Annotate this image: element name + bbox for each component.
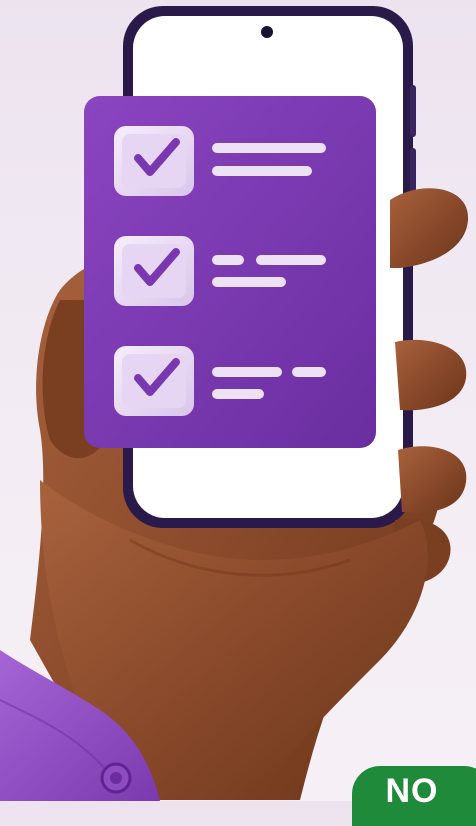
- line-placeholder: [212, 277, 286, 287]
- badge-label: NO: [385, 772, 439, 810]
- line-placeholder: [256, 255, 326, 265]
- illustration-scene: NO: [0, 0, 476, 826]
- finger-3: [398, 446, 467, 513]
- line-placeholder: [212, 255, 244, 265]
- camera-icon: [261, 26, 273, 38]
- line-placeholder: [212, 143, 326, 153]
- finger-2: [395, 339, 467, 411]
- line-placeholder: [292, 367, 326, 377]
- line-placeholder: [212, 166, 312, 176]
- corner-badge: NO: [352, 766, 476, 826]
- finger-1: [390, 188, 469, 268]
- line-placeholder: [212, 367, 282, 377]
- phone-side-button: [410, 85, 416, 137]
- line-placeholder: [212, 389, 264, 399]
- hand-phone-illustration: [0, 6, 469, 801]
